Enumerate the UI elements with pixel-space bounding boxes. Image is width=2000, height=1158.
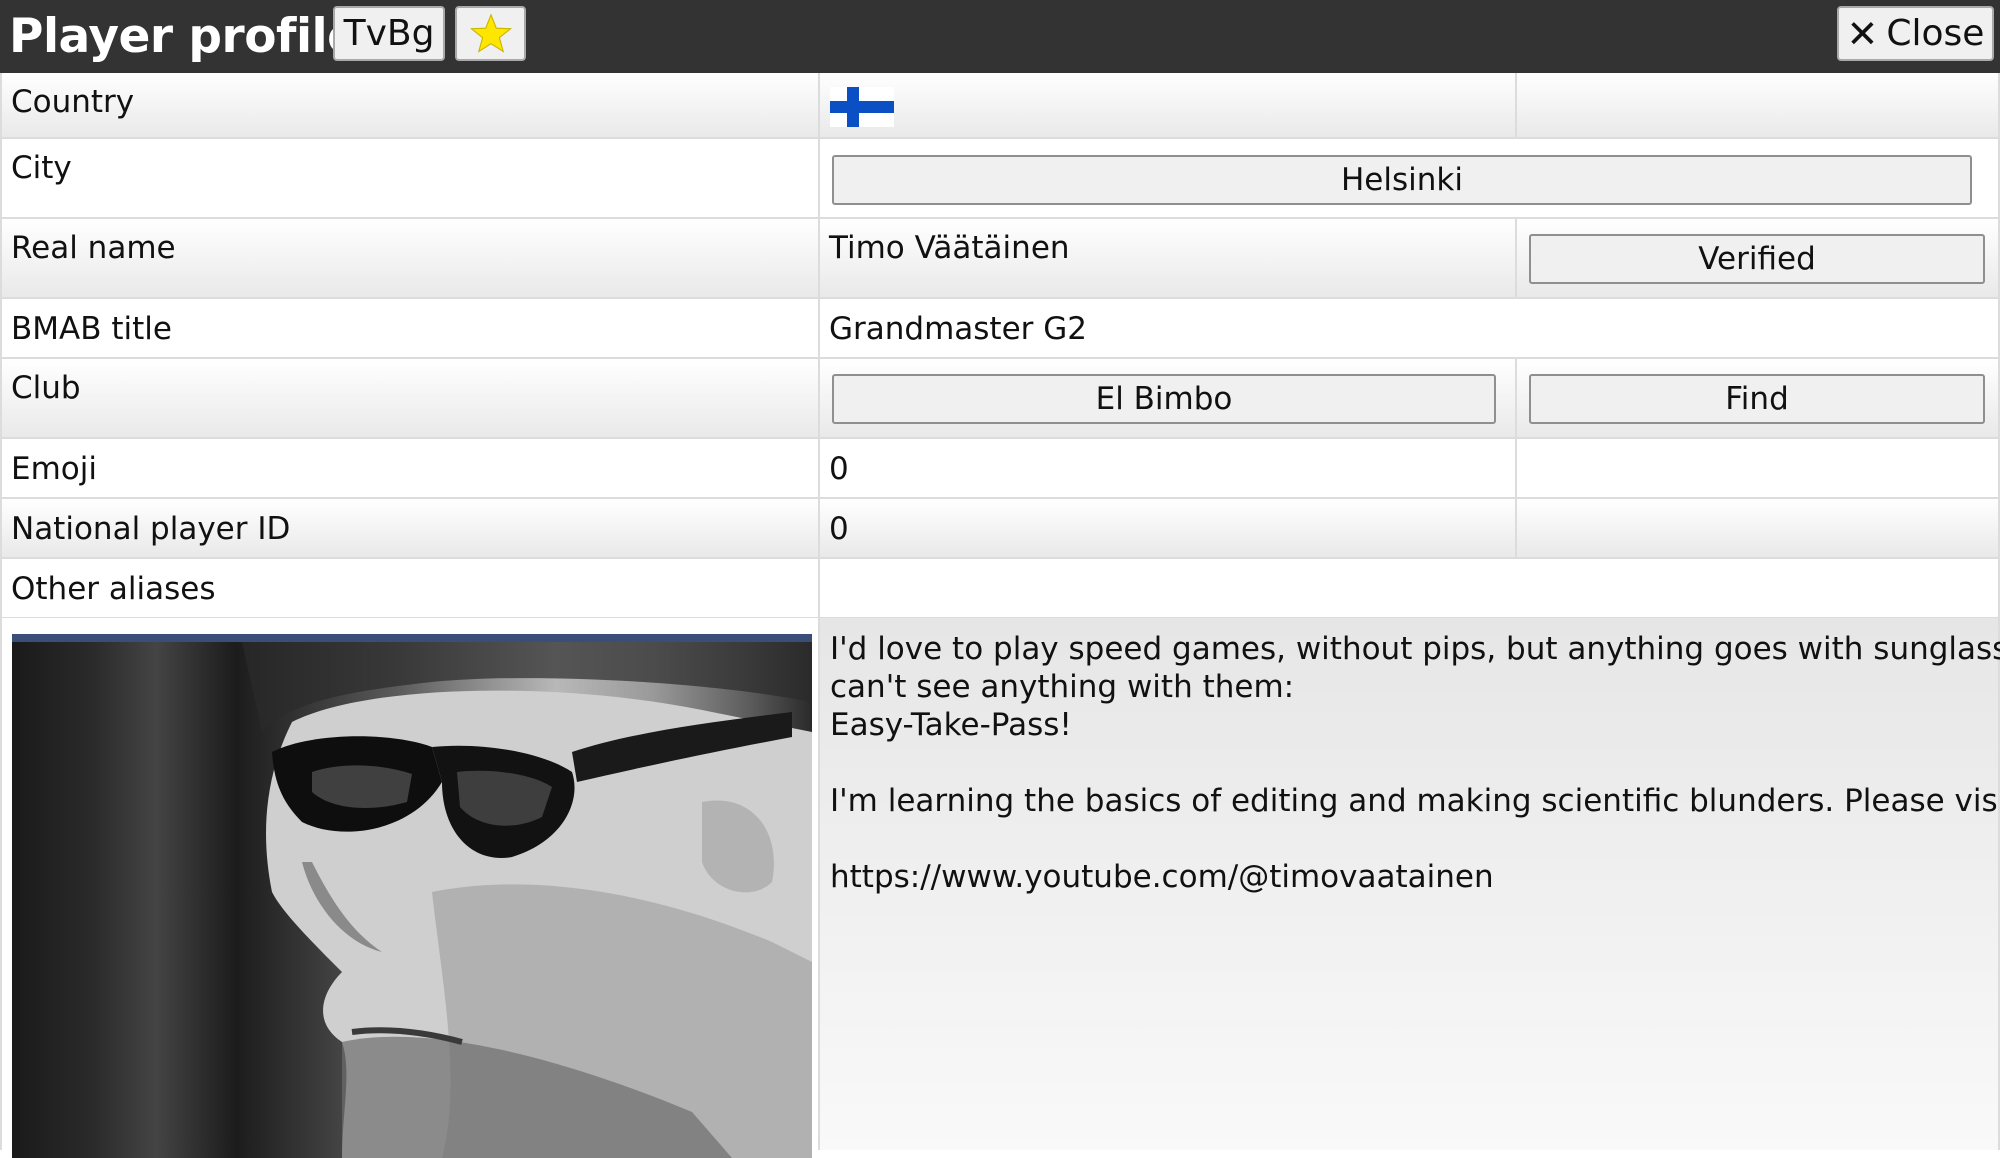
club-label: Club	[11, 370, 81, 406]
bio-line: can't see anything with them:	[830, 669, 1295, 705]
emoji-label: Emoji	[11, 451, 97, 487]
emoji-value: 0	[829, 451, 849, 487]
row-other-aliases: Other aliases	[0, 559, 2000, 619]
favorite-button[interactable]	[455, 6, 526, 61]
row-emoji: Emoji 0	[0, 439, 2000, 499]
bio-line	[830, 744, 1988, 782]
row-club: Club El Bimbo Find	[0, 359, 2000, 439]
bmab-title-value: Grandmaster G2	[829, 311, 1088, 347]
profile-header: Player profile: TvBg ✕ Close	[0, 0, 2000, 73]
national-id-value: 0	[829, 511, 849, 547]
bio-text: I'd love to play speed games, without pi…	[818, 618, 2000, 1150]
bio-line: I'd love to play speed games, without pi…	[830, 631, 2000, 667]
star-icon	[469, 12, 512, 53]
close-label: Close	[1886, 13, 1985, 54]
profile-photo	[12, 634, 812, 1158]
page-title: Player profile:	[9, 9, 377, 64]
x-icon: ✕	[1846, 11, 1879, 56]
profile-bottom: I'd love to play speed games, without pi…	[0, 618, 2000, 1158]
verified-button[interactable]: Verified	[1529, 234, 1985, 284]
close-button[interactable]: ✕ Close	[1837, 6, 1994, 61]
row-real-name: Real name Timo Väätäinen Verified	[0, 219, 2000, 299]
real-name-value: Timo Väätäinen	[829, 230, 1070, 266]
bio-youtube-link[interactable]: https://www.youtube.com/@timovaatainen	[830, 858, 1988, 896]
city-label: City	[11, 150, 72, 186]
alias-button[interactable]: TvBg	[333, 6, 445, 61]
club-button[interactable]: El Bimbo	[832, 374, 1496, 424]
row-bmab-title: BMAB title Grandmaster G2	[0, 299, 2000, 359]
city-button[interactable]: Helsinki	[832, 155, 1972, 205]
finland-flag-icon	[830, 87, 894, 127]
country-label: Country	[11, 84, 135, 120]
other-aliases-label: Other aliases	[11, 571, 216, 607]
bio-line: I'm learning the basics of editing and m…	[830, 783, 2000, 819]
bio-line	[830, 820, 1988, 858]
row-city: City Helsinki	[0, 139, 2000, 219]
find-club-button[interactable]: Find	[1529, 374, 1985, 424]
real-name-label: Real name	[11, 230, 176, 266]
national-id-label: National player ID	[11, 511, 291, 547]
bmab-title-label: BMAB title	[11, 311, 172, 347]
row-country: Country	[0, 73, 2000, 139]
bio-line: Easy-Take-Pass!	[830, 707, 1072, 743]
row-national-id: National player ID 0	[0, 499, 2000, 559]
